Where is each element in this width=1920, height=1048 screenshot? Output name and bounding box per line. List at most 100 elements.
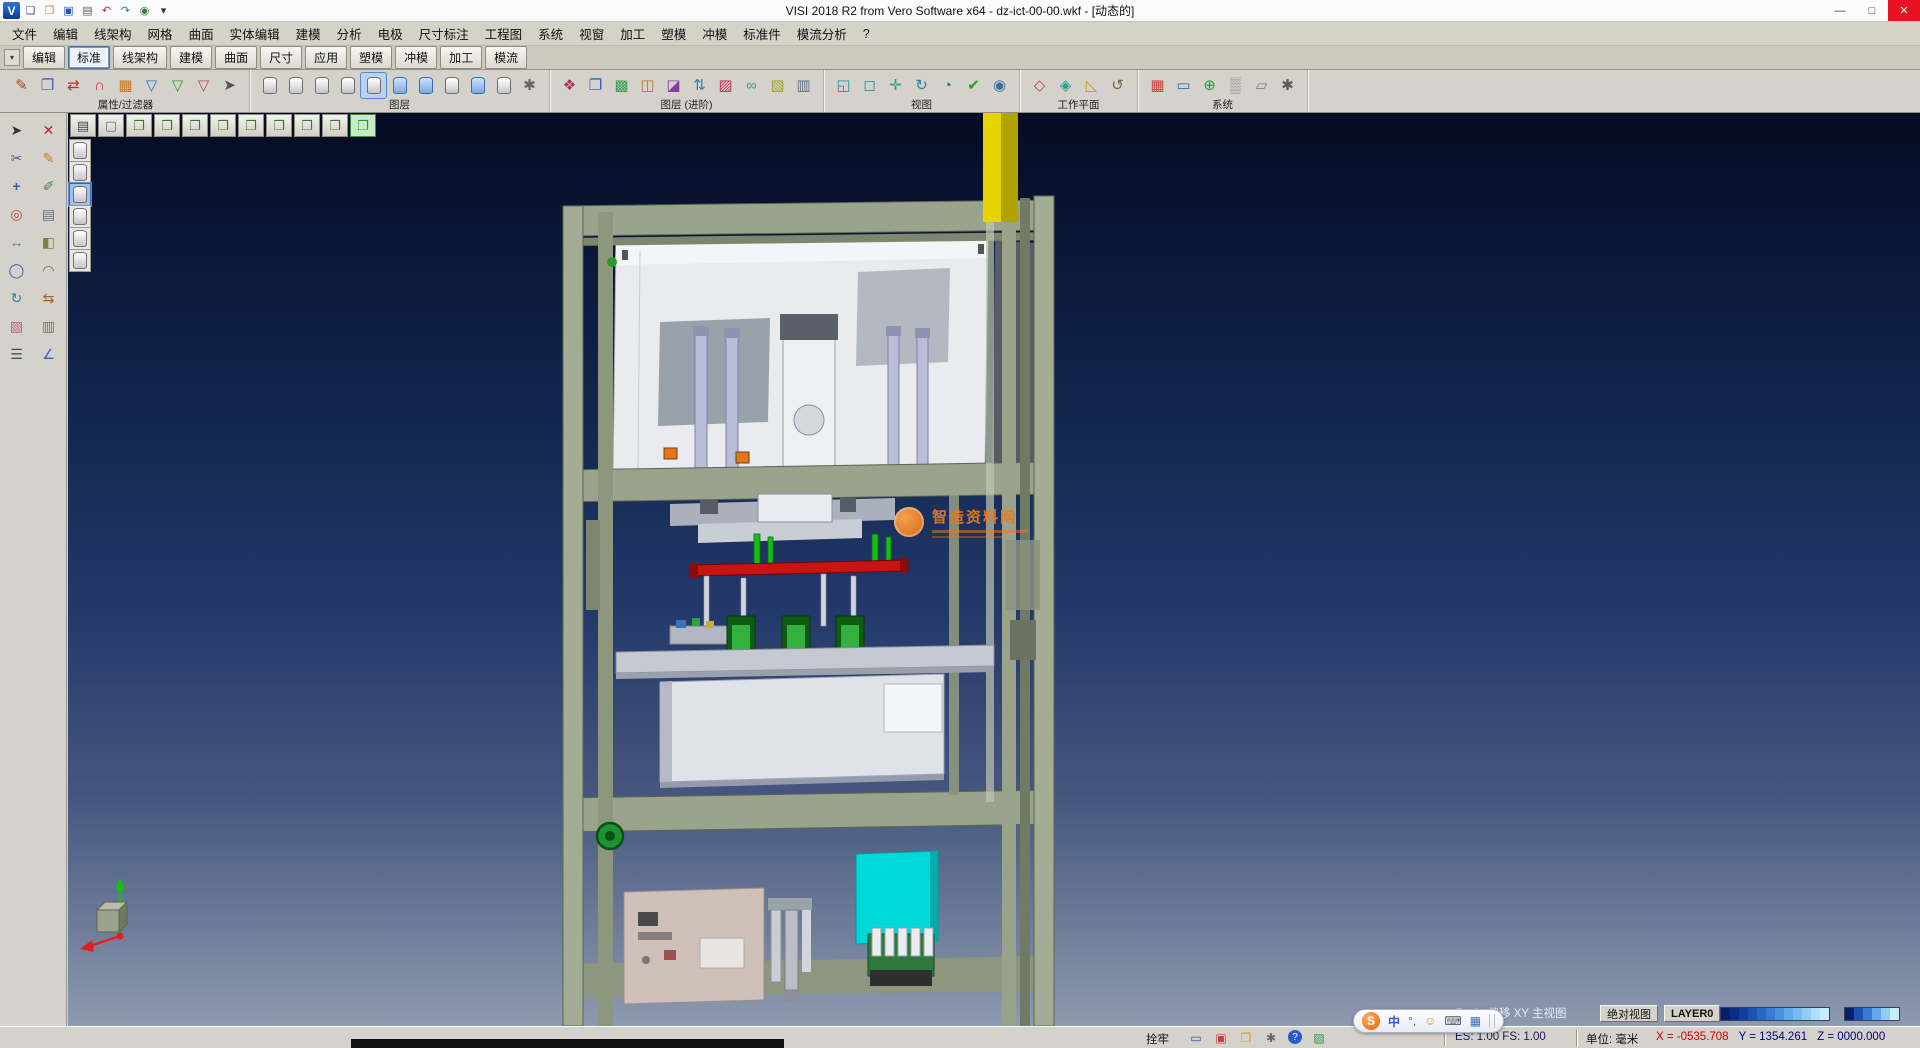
view-top-icon[interactable]: ❒ bbox=[154, 114, 180, 137]
color-segment[interactable] bbox=[1802, 1008, 1811, 1020]
module-tab[interactable]: 线架构 bbox=[113, 46, 167, 69]
point-tool-icon[interactable]: + bbox=[4, 174, 29, 198]
layer-adv-lock-icon[interactable]: ◪ bbox=[661, 73, 686, 98]
color-segment[interactable] bbox=[1784, 1008, 1793, 1020]
ime-grip-handle[interactable] bbox=[1489, 1014, 1495, 1028]
menu-item[interactable]: 工程图 bbox=[477, 21, 531, 46]
layer-current-icon[interactable] bbox=[361, 73, 386, 98]
visibility-icon[interactable]: ◉ bbox=[987, 73, 1012, 98]
attribute-table-icon[interactable]: ▦ bbox=[113, 73, 138, 98]
color-segment[interactable] bbox=[1739, 1008, 1748, 1020]
ime-logo-icon[interactable]: S bbox=[1362, 1012, 1380, 1030]
copy-attributes-icon[interactable]: ❐ bbox=[35, 73, 60, 98]
visi-logo[interactable]: V bbox=[3, 2, 20, 19]
ime-keyboard-icon[interactable]: ⌨ bbox=[1444, 1014, 1461, 1028]
module-tab[interactable]: 冲模 bbox=[395, 46, 437, 69]
menu-item[interactable]: 尺寸标注 bbox=[411, 21, 477, 46]
color-segment[interactable] bbox=[1820, 1008, 1829, 1020]
color-segment[interactable] bbox=[1775, 1008, 1784, 1020]
filter-remove-icon[interactable]: ▽ bbox=[191, 73, 216, 98]
menu-item[interactable]: ? bbox=[855, 24, 878, 44]
filter-curve-icon[interactable] bbox=[69, 205, 91, 228]
color-palette-bar[interactable] bbox=[1720, 1007, 1830, 1021]
menu-item[interactable]: 视窗 bbox=[571, 21, 612, 46]
menu-item[interactable]: 网格 bbox=[140, 21, 181, 46]
undo-icon[interactable]: ↶ bbox=[98, 2, 115, 19]
color-segment[interactable] bbox=[1811, 1008, 1820, 1020]
module-tab[interactable]: 标准 bbox=[68, 46, 110, 69]
menu-item[interactable]: 实体编辑 bbox=[222, 21, 288, 46]
module-tab[interactable]: 曲面 bbox=[215, 46, 257, 69]
units-indicator[interactable]: 单位: 毫米 bbox=[1586, 1031, 1638, 1047]
menu-item[interactable]: 标准件 bbox=[735, 21, 789, 46]
print-icon[interactable]: ▤ bbox=[79, 2, 96, 19]
module-tab[interactable]: 应用 bbox=[305, 46, 347, 69]
shortcut-config-icon[interactable]: ▦ bbox=[1145, 73, 1170, 98]
status-folder-icon[interactable]: ❒ bbox=[1238, 1030, 1254, 1046]
active-layer-indicator[interactable]: LAYER0 bbox=[1664, 1005, 1720, 1022]
select-tool-icon[interactable]: ➤ bbox=[4, 118, 29, 142]
circle-tool-icon[interactable]: ◯ bbox=[4, 258, 29, 282]
menu-item[interactable]: 冲模 bbox=[694, 21, 735, 46]
quick-select-icon[interactable]: ➤ bbox=[217, 73, 242, 98]
color-segment[interactable] bbox=[1845, 1008, 1854, 1020]
color-segment[interactable] bbox=[1872, 1008, 1881, 1020]
color-segment[interactable] bbox=[1721, 1008, 1730, 1020]
grid-settings-icon[interactable]: ▒ bbox=[1223, 73, 1248, 98]
layer-copy-icon[interactable] bbox=[309, 73, 334, 98]
ime-toolbox-icon[interactable]: ▦ bbox=[1470, 1014, 1481, 1028]
color-segment[interactable] bbox=[1793, 1008, 1802, 1020]
color-segment[interactable] bbox=[1863, 1008, 1872, 1020]
module-tab[interactable]: 编辑 bbox=[23, 46, 65, 69]
sketch-tool-icon[interactable]: ✎ bbox=[36, 146, 61, 170]
view-right-icon[interactable]: ❒ bbox=[210, 114, 236, 137]
color-segment[interactable] bbox=[1881, 1008, 1890, 1020]
color-segment[interactable] bbox=[1757, 1008, 1766, 1020]
status-help-icon[interactable]: ? bbox=[1288, 1030, 1302, 1044]
menu-item[interactable]: 模流分析 bbox=[789, 21, 855, 46]
zoom-window-icon[interactable]: ◻ bbox=[857, 73, 882, 98]
menu-item[interactable]: 文件 bbox=[4, 21, 45, 46]
plane-settings-icon[interactable]: ▱ bbox=[1249, 73, 1274, 98]
new-file-icon[interactable]: ❏ bbox=[22, 2, 39, 19]
module-tab[interactable]: 塑模 bbox=[350, 46, 392, 69]
snap-tool-icon[interactable]: ◎ bbox=[4, 202, 29, 226]
filter-solid-icon[interactable] bbox=[69, 249, 91, 272]
trim-tool-icon[interactable]: ✂ bbox=[4, 146, 29, 170]
view-bottom-icon[interactable]: ❒ bbox=[294, 114, 320, 137]
delete-tool-icon[interactable]: ✕ bbox=[36, 118, 61, 142]
tab-overflow-button[interactable]: ▾ bbox=[4, 49, 20, 66]
module-tab[interactable]: 尺寸 bbox=[260, 46, 302, 69]
view-shaded-cube-icon[interactable]: ❒ bbox=[350, 114, 376, 137]
workplane-reset-icon[interactable]: ↺ bbox=[1105, 73, 1130, 98]
layer-adv-sync-icon[interactable]: ⇅ bbox=[687, 73, 712, 98]
menu-item[interactable]: 线架构 bbox=[86, 21, 140, 46]
color-segment[interactable] bbox=[1854, 1008, 1863, 1020]
filter-line-icon[interactable] bbox=[69, 161, 91, 184]
filter-elements-icon[interactable]: ▽ bbox=[139, 73, 164, 98]
filter-arc-icon[interactable] bbox=[69, 183, 91, 206]
save-icon[interactable]: ▣ bbox=[60, 2, 77, 19]
viewport-3d[interactable]: ▤▢❒❒❒❒❒❒❒❒❒ 智造资料网 ◯ ✛ 偏移 XY 主视图 绝对视图 LAY… bbox=[68, 113, 1920, 1026]
workplane-standard-icon[interactable]: ◇ bbox=[1027, 73, 1052, 98]
ime-punctuation-icon[interactable]: °, bbox=[1408, 1014, 1416, 1028]
view-back-icon[interactable]: ❒ bbox=[266, 114, 292, 137]
view-front-icon[interactable]: ❒ bbox=[182, 114, 208, 137]
rotate-view-icon[interactable]: ↻ bbox=[909, 73, 934, 98]
layer-visibility-icon[interactable] bbox=[387, 73, 412, 98]
move-tool-icon[interactable]: ↔ bbox=[4, 230, 29, 254]
menu-item[interactable]: 系统 bbox=[530, 21, 571, 46]
view-axon-icon[interactable]: ❒ bbox=[322, 114, 348, 137]
close-button[interactable]: ✕ bbox=[1888, 0, 1920, 21]
layer-adv-pair-icon[interactable]: ❐ bbox=[583, 73, 608, 98]
system-settings-icon[interactable]: ✱ bbox=[1275, 73, 1300, 98]
arc-tool-icon[interactable]: ◠ bbox=[36, 258, 61, 282]
rotate-tool-icon[interactable]: ↻ bbox=[4, 286, 29, 310]
workplane-3point-icon[interactable]: ◺ bbox=[1079, 73, 1104, 98]
measure-tool-icon[interactable]: ∠ bbox=[36, 342, 61, 366]
pan-view-icon[interactable]: ✛ bbox=[883, 73, 908, 98]
layer-adv-view-icon[interactable]: ❖ bbox=[557, 73, 582, 98]
layer-adv-filter-icon[interactable]: ▥ bbox=[791, 73, 816, 98]
color-segment[interactable] bbox=[1748, 1008, 1757, 1020]
menu-item[interactable]: 编辑 bbox=[45, 21, 86, 46]
